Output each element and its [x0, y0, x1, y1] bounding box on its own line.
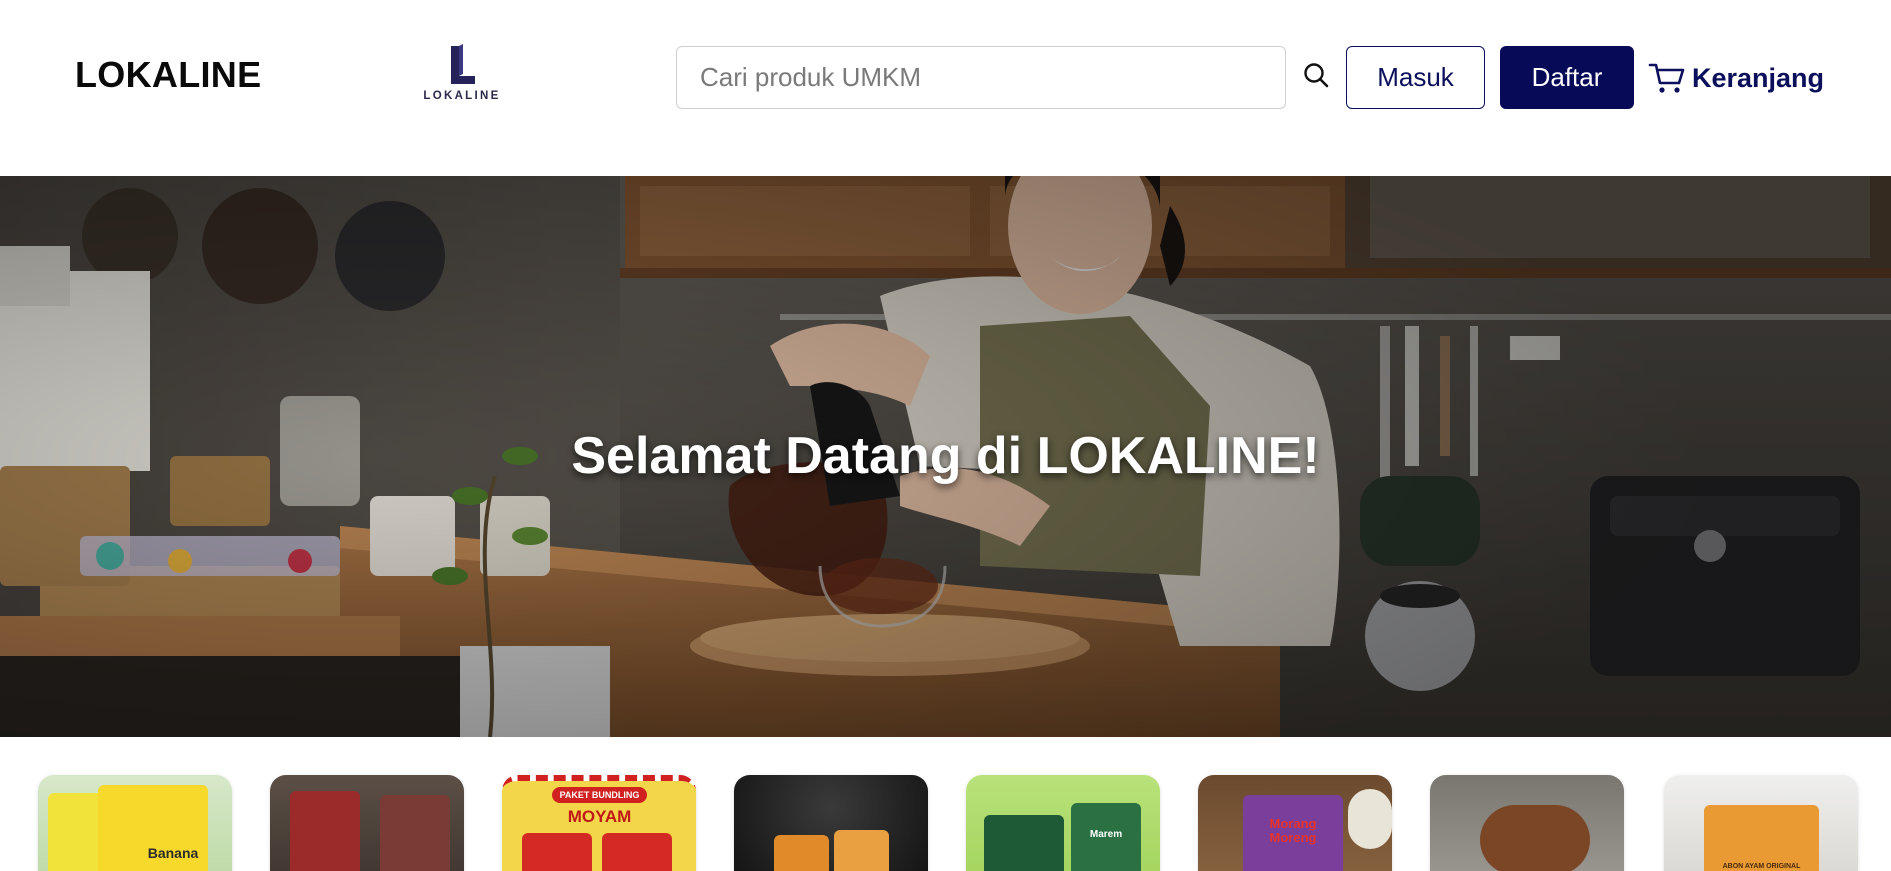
- product-pack: [522, 833, 592, 871]
- product-pack: [984, 815, 1064, 871]
- search-input[interactable]: [676, 46, 1286, 109]
- search-icon: [1304, 63, 1329, 88]
- product-garment: [290, 791, 360, 871]
- product-card-1[interactable]: Banana: [38, 775, 232, 871]
- search-button[interactable]: [1300, 58, 1332, 92]
- register-button[interactable]: Daftar: [1500, 46, 1634, 109]
- product-pack: [774, 835, 829, 871]
- cart-label: Keranjang: [1692, 62, 1825, 93]
- product-card-3[interactable]: PAKET BUNDLING MOYAM: [502, 775, 696, 871]
- hero-banner: Selamat Datang di LOKALINE!: [0, 176, 1891, 737]
- product-carousel: Banana PAKET BUNDLING MOYAM Marem Morang…: [0, 737, 1891, 871]
- product-label: Morang Moreng: [1269, 816, 1317, 845]
- hero-title: Selamat Datang di LOKALINE!: [571, 427, 1320, 485]
- product-label: ABON AYAM ORIGINAL: [1722, 863, 1801, 870]
- product-card-8[interactable]: ABON AYAM ORIGINAL: [1664, 775, 1858, 871]
- product-card-4[interactable]: [734, 775, 928, 871]
- login-button[interactable]: Masuk: [1346, 46, 1485, 109]
- product-card-6[interactable]: Morang Moreng: [1198, 775, 1392, 871]
- brand-logo[interactable]: LOKALINE: [420, 44, 504, 106]
- logo-mark-icon: [451, 44, 475, 84]
- cart-link[interactable]: Keranjang: [1648, 58, 1824, 98]
- product-label: Banana: [147, 845, 199, 861]
- product-label: Marem: [1089, 829, 1123, 840]
- product-bowl: [1480, 805, 1590, 871]
- logo-wordmark: LOKALINE: [423, 90, 501, 102]
- product-pack: [1704, 805, 1819, 871]
- product-flower: [1348, 789, 1392, 849]
- top-header: LOKALINE LOKALINE Masuk Daftar Keranjang: [0, 0, 1891, 176]
- product-pack: [834, 830, 889, 871]
- product-badge: PAKET BUNDLING: [552, 787, 647, 803]
- product-pack: [602, 833, 672, 871]
- product-image: [734, 775, 928, 871]
- cart-icon: [1648, 63, 1685, 93]
- product-card-2[interactable]: [270, 775, 464, 871]
- product-card-5[interactable]: Marem: [966, 775, 1160, 871]
- product-card-7[interactable]: [1430, 775, 1624, 871]
- product-label: MOYAM: [567, 807, 632, 826]
- product-garment: [380, 795, 450, 871]
- brand-name[interactable]: LOKALINE: [75, 54, 261, 96]
